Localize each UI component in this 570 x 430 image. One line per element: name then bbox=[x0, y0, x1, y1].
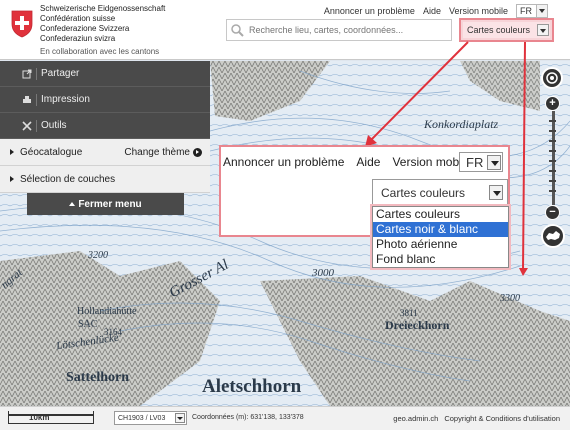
map-label-sac: SAC bbox=[78, 319, 98, 330]
mobile-version-link[interactable]: Version mobile bbox=[449, 6, 508, 16]
callout-language-select[interactable]: FR bbox=[459, 152, 503, 172]
chevron-down-icon bbox=[487, 155, 501, 170]
scale-bar: 10km bbox=[8, 411, 94, 424]
option-aerial-photo[interactable]: Photo aérienne bbox=[373, 237, 508, 252]
zoom-tick bbox=[549, 190, 556, 192]
menu-separator bbox=[36, 119, 37, 132]
side-menu: Partager Impression Outils Géocatalogue … bbox=[0, 61, 210, 215]
caret-right-icon bbox=[10, 176, 14, 182]
confederation-text: Schweizerische Eidgenossenschaft Confédé… bbox=[40, 4, 165, 57]
background-layer-select[interactable]: Cartes couleurs bbox=[459, 18, 554, 42]
change-theme-label: Change thème bbox=[124, 147, 190, 158]
map-label-aletschhorn: Aletschhorn bbox=[202, 376, 302, 397]
coordinates-readout: Coordonnées (m): 631'138, 133'378 bbox=[192, 414, 304, 421]
map-label-dreieckhorn: Dreieckhorn bbox=[385, 318, 450, 332]
close-menu-label: Fermer menu bbox=[78, 198, 142, 210]
confed-line-de: Schweizerische Eidgenossenschaft bbox=[40, 4, 166, 13]
callout-language-value: FR bbox=[466, 154, 484, 170]
projection-value: CH1903 / LV03 bbox=[118, 414, 166, 422]
search-input[interactable] bbox=[249, 22, 447, 38]
map-label-3811: 3811 bbox=[400, 308, 418, 318]
zoom-out-button[interactable]: − bbox=[545, 205, 560, 220]
footer: 10km CH1903 / LV03 Coordonnées (m): 631'… bbox=[0, 406, 570, 430]
site-link[interactable]: geo.admin.ch bbox=[393, 414, 438, 423]
callout-background-select[interactable]: Cartes couleurs bbox=[372, 179, 508, 206]
zoom-tick bbox=[549, 150, 556, 152]
callout-help-link[interactable]: Aide bbox=[356, 155, 380, 169]
map-label-3300: 3300 bbox=[500, 293, 520, 304]
map-label-konkordiaplatz: Konkordiaplatz bbox=[424, 117, 499, 131]
language-select[interactable]: FR bbox=[516, 4, 548, 18]
share-icon bbox=[22, 69, 32, 78]
zoom-in-button[interactable]: + bbox=[545, 96, 560, 111]
background-options-list: Cartes couleurs Cartes noir & blanc Phot… bbox=[372, 206, 509, 268]
print-icon bbox=[23, 95, 31, 103]
top-links: Annoncer un problème Aide Version mobile… bbox=[324, 4, 548, 18]
panel-layer-selection-label: Sélection de couches bbox=[20, 173, 116, 185]
zoom-tick bbox=[549, 140, 556, 142]
projection-select[interactable]: CH1903 / LV03 bbox=[114, 411, 187, 425]
confed-line-rm: Confederaziun svizra bbox=[40, 34, 116, 43]
header: Schweizerische Eidgenossenschaft Confédé… bbox=[0, 0, 570, 60]
zoom-tick bbox=[549, 180, 556, 182]
tools-icon bbox=[22, 120, 32, 131]
panel-geocatalog-label: Géocatalogue bbox=[20, 146, 83, 158]
menu-item-label: Partager bbox=[41, 68, 80, 79]
callout-links: Annoncer un problème Aide Version mobile bbox=[223, 155, 483, 169]
map-label-3200: 3200 bbox=[88, 250, 108, 261]
panel-layer-selection[interactable]: Sélection de couches bbox=[0, 166, 210, 193]
close-menu-button[interactable]: Fermer menu bbox=[27, 193, 184, 215]
report-problem-link[interactable]: Annoncer un problème bbox=[324, 6, 415, 16]
menu-separator bbox=[36, 93, 37, 106]
help-link[interactable]: Aide bbox=[423, 6, 441, 16]
geolocate-icon bbox=[546, 72, 558, 84]
footer-links: geo.admin.ch Copyright & Conditions d'ut… bbox=[393, 414, 560, 423]
chevron-down-icon bbox=[536, 5, 547, 17]
arrow-circle-right-icon bbox=[193, 148, 202, 157]
search-icon bbox=[231, 24, 244, 37]
copyright-link[interactable]: Copyright & Conditions d'utilisation bbox=[444, 414, 560, 423]
geolocate-button[interactable] bbox=[541, 67, 563, 89]
option-white-background[interactable]: Fond blanc bbox=[373, 252, 508, 267]
confed-line-fr: Confédération suisse bbox=[40, 14, 116, 23]
zoom-tick bbox=[549, 120, 556, 122]
chevron-down-icon bbox=[175, 413, 185, 423]
menu-separator bbox=[36, 67, 37, 80]
zoom-tick bbox=[549, 170, 556, 172]
zoom-tick bbox=[549, 160, 556, 162]
zoom-to-switzerland-button[interactable] bbox=[541, 224, 565, 248]
option-color-maps[interactable]: Cartes couleurs bbox=[373, 207, 508, 222]
menu-item-print[interactable]: Impression bbox=[0, 87, 210, 113]
zoom-tick bbox=[549, 130, 556, 132]
switzerland-outline-icon bbox=[546, 231, 560, 240]
menu-item-label: Outils bbox=[41, 120, 67, 131]
option-bw-maps[interactable]: Cartes noir & blanc bbox=[373, 222, 508, 237]
caret-up-icon bbox=[69, 202, 76, 206]
chevron-down-icon bbox=[489, 185, 503, 200]
menu-item-label: Impression bbox=[41, 94, 90, 105]
search-box[interactable] bbox=[226, 19, 452, 41]
callout-report-link[interactable]: Annoncer un problème bbox=[223, 155, 344, 169]
callout-background-value: Cartes couleurs bbox=[381, 185, 466, 200]
background-layer-value: Cartes couleurs bbox=[467, 25, 531, 35]
change-theme-link[interactable]: Change thème bbox=[124, 147, 202, 158]
map-label-sattelhorn: Sattelhorn bbox=[66, 370, 129, 385]
menu-actions: Partager Impression Outils bbox=[0, 61, 210, 139]
map-label-3000: 3000 bbox=[312, 267, 334, 279]
map-label-hollandiahuette: Hollandiahütte bbox=[77, 306, 137, 317]
menu-item-share[interactable]: Partager bbox=[0, 61, 210, 87]
swiss-coat-of-arms-icon bbox=[11, 10, 33, 38]
caret-right-icon bbox=[10, 149, 14, 155]
language-value: FR bbox=[520, 6, 532, 16]
menu-item-tools[interactable]: Outils bbox=[0, 113, 210, 139]
collaboration-text: En collaboration avec les cantons bbox=[40, 47, 160, 56]
panel-geocatalog[interactable]: Géocatalogue Change thème bbox=[0, 139, 210, 166]
scale-label: 10km bbox=[29, 413, 50, 422]
confed-line-it: Confederazione Svizzera bbox=[40, 24, 130, 33]
chevron-down-icon bbox=[537, 24, 549, 36]
